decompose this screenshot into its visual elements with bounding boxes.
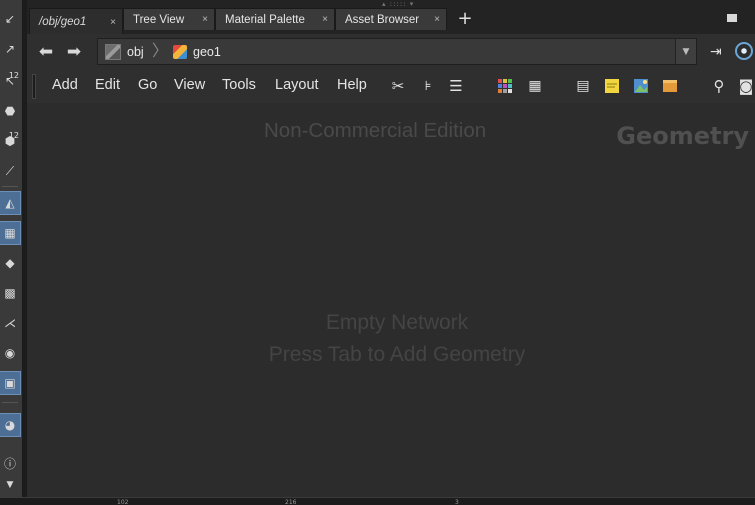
obj-context-icon <box>105 43 121 60</box>
breadcrumb-obj[interactable]: obj <box>105 39 144 64</box>
grid-icon[interactable]: ▦ <box>526 77 544 95</box>
tree-icon[interactable]: ⊧ <box>419 77 437 95</box>
select-tool-icon[interactable]: ↙ <box>0 8 20 30</box>
empty-network-hint: Press Tab to Add Geometry <box>268 343 526 366</box>
pane-menu-icon[interactable] <box>727 14 737 22</box>
menu-add[interactable]: Add <box>52 77 78 93</box>
tool-shelf: ↙ ↗ ↖ 12 ⬣ ⬢ 12 ⟋ ◭ ▦ ◆ ▩ ⋌ ◉ ▣ ◕ ⓘ ▼ <box>0 0 23 505</box>
location-tool-icon[interactable]: ◕ <box>0 413 21 437</box>
eye-icon[interactable]: ◙ <box>737 77 755 95</box>
close-icon[interactable]: × <box>434 14 440 25</box>
pane-tab-bar: ▴ ::::: ▾ /obj/geo1 × Tree View × Materi… <box>27 0 755 35</box>
tab-label: Tree View <box>133 13 185 26</box>
breadcrumb-label: obj <box>127 44 144 59</box>
search-icon[interactable]: ⚲ <box>710 77 728 95</box>
sticky-note-icon[interactable] <box>603 77 621 95</box>
snap-tool-icon[interactable]: ⬢ 12 <box>0 130 20 152</box>
close-icon[interactable]: × <box>322 14 328 25</box>
houdini-window: ↙ ↗ ↖ 12 ⬣ ⬢ 12 ⟋ ◭ ▦ ◆ ▩ ⋌ ◉ ▣ ◕ ⓘ ▼ ▴ ::… <box>0 0 755 505</box>
shelf-number: 12 <box>8 131 19 140</box>
record-tool-icon[interactable]: ◉ <box>0 342 20 364</box>
scroll-down-icon[interactable]: ▼ <box>0 474 20 496</box>
network-menu-bar: Add Edit Go View Tools Layout Help ✂ ⊧ ☰… <box>27 70 755 104</box>
line-tool-icon[interactable]: ⟋ <box>0 160 20 182</box>
tab-label: Asset Browser <box>345 13 420 26</box>
transform-tool-icon[interactable]: ↖ 12 <box>0 70 20 92</box>
checker-tool-icon[interactable]: ▦ <box>0 221 21 245</box>
shelf-number: 12 <box>8 71 19 80</box>
pane-grip[interactable]: ▴ ::::: ▾ <box>382 0 414 8</box>
network-view-icon[interactable]: ▤ <box>574 77 592 95</box>
tab-asset-browser[interactable]: Asset Browser × <box>335 8 447 30</box>
info-icon[interactable]: ⓘ <box>0 452 20 474</box>
chevron-down-icon[interactable]: ▼ <box>675 39 696 64</box>
handle-tool-icon[interactable]: ⬣ <box>0 100 20 122</box>
toolbar-handle[interactable] <box>32 74 36 99</box>
color-grid-icon[interactable] <box>496 77 514 95</box>
branch-tool-icon[interactable]: ⋌ <box>0 312 20 334</box>
tab-material-palette[interactable]: Material Palette × <box>215 8 335 30</box>
geo-node-icon <box>173 44 187 59</box>
tab-obj-geo1[interactable]: /obj/geo1 × <box>29 8 123 35</box>
path-bar: ⬅ ➡ obj 〉 geo1 ▼ ⇥ <box>27 34 755 71</box>
map-tool-icon[interactable]: ▩ <box>0 282 20 304</box>
close-icon[interactable]: × <box>202 14 208 25</box>
view-tool-icon[interactable]: ◭ <box>0 191 21 215</box>
arrow-left-icon[interactable]: ⬅ <box>35 42 57 62</box>
arrow-right-icon[interactable]: ➡ <box>63 42 85 62</box>
path-field[interactable]: obj 〉 geo1 ▼ <box>97 38 697 65</box>
shelf-divider <box>2 402 18 403</box>
breadcrumb-label: geo1 <box>193 44 221 59</box>
timeline-tick: 3 <box>455 499 459 505</box>
close-icon[interactable]: × <box>110 17 116 28</box>
tab-label: Material Palette <box>225 13 305 26</box>
image-tool-icon[interactable]: ▣ <box>0 371 21 395</box>
tab-tree-view[interactable]: Tree View × <box>123 8 215 30</box>
background-image-icon[interactable] <box>632 77 650 95</box>
menu-layout[interactable]: Layout <box>275 77 319 93</box>
network-canvas[interactable]: Non-Commercial Edition Geometry Empty Ne… <box>27 103 755 497</box>
network-editor-pane: ▴ ::::: ▾ /obj/geo1 × Tree View × Materi… <box>27 0 755 497</box>
brush-tool-icon[interactable]: ↗ <box>0 38 20 60</box>
menu-help[interactable]: Help <box>337 77 367 93</box>
diamond-tool-icon[interactable]: ◆ <box>0 252 20 274</box>
timeline-tick: 102 <box>117 499 129 505</box>
empty-network-message: Empty Network <box>325 311 469 334</box>
list-icon[interactable]: ☰ <box>447 77 465 95</box>
tab-label: /obj/geo1 <box>39 16 87 28</box>
breadcrumb-separator: 〉 <box>152 41 169 60</box>
timeline-strip[interactable]: 102 216 3 <box>0 497 755 505</box>
breadcrumb-geo1[interactable]: geo1 <box>173 39 221 64</box>
network-box-icon[interactable] <box>661 77 679 95</box>
wrench-icon[interactable]: ✂ <box>389 77 407 95</box>
edition-watermark: Non-Commercial Edition <box>264 119 487 142</box>
menu-go[interactable]: Go <box>138 77 157 93</box>
add-tab-button[interactable]: + <box>455 7 475 29</box>
context-label: Geometry <box>616 122 749 150</box>
menu-view[interactable]: View <box>174 77 205 93</box>
link-icon[interactable] <box>735 42 753 60</box>
menu-edit[interactable]: Edit <box>95 77 120 93</box>
shelf-divider <box>2 186 18 187</box>
menu-tools[interactable]: Tools <box>222 77 256 93</box>
pin-icon[interactable]: ⇥ <box>710 44 722 60</box>
timeline-tick: 216 <box>285 499 297 505</box>
